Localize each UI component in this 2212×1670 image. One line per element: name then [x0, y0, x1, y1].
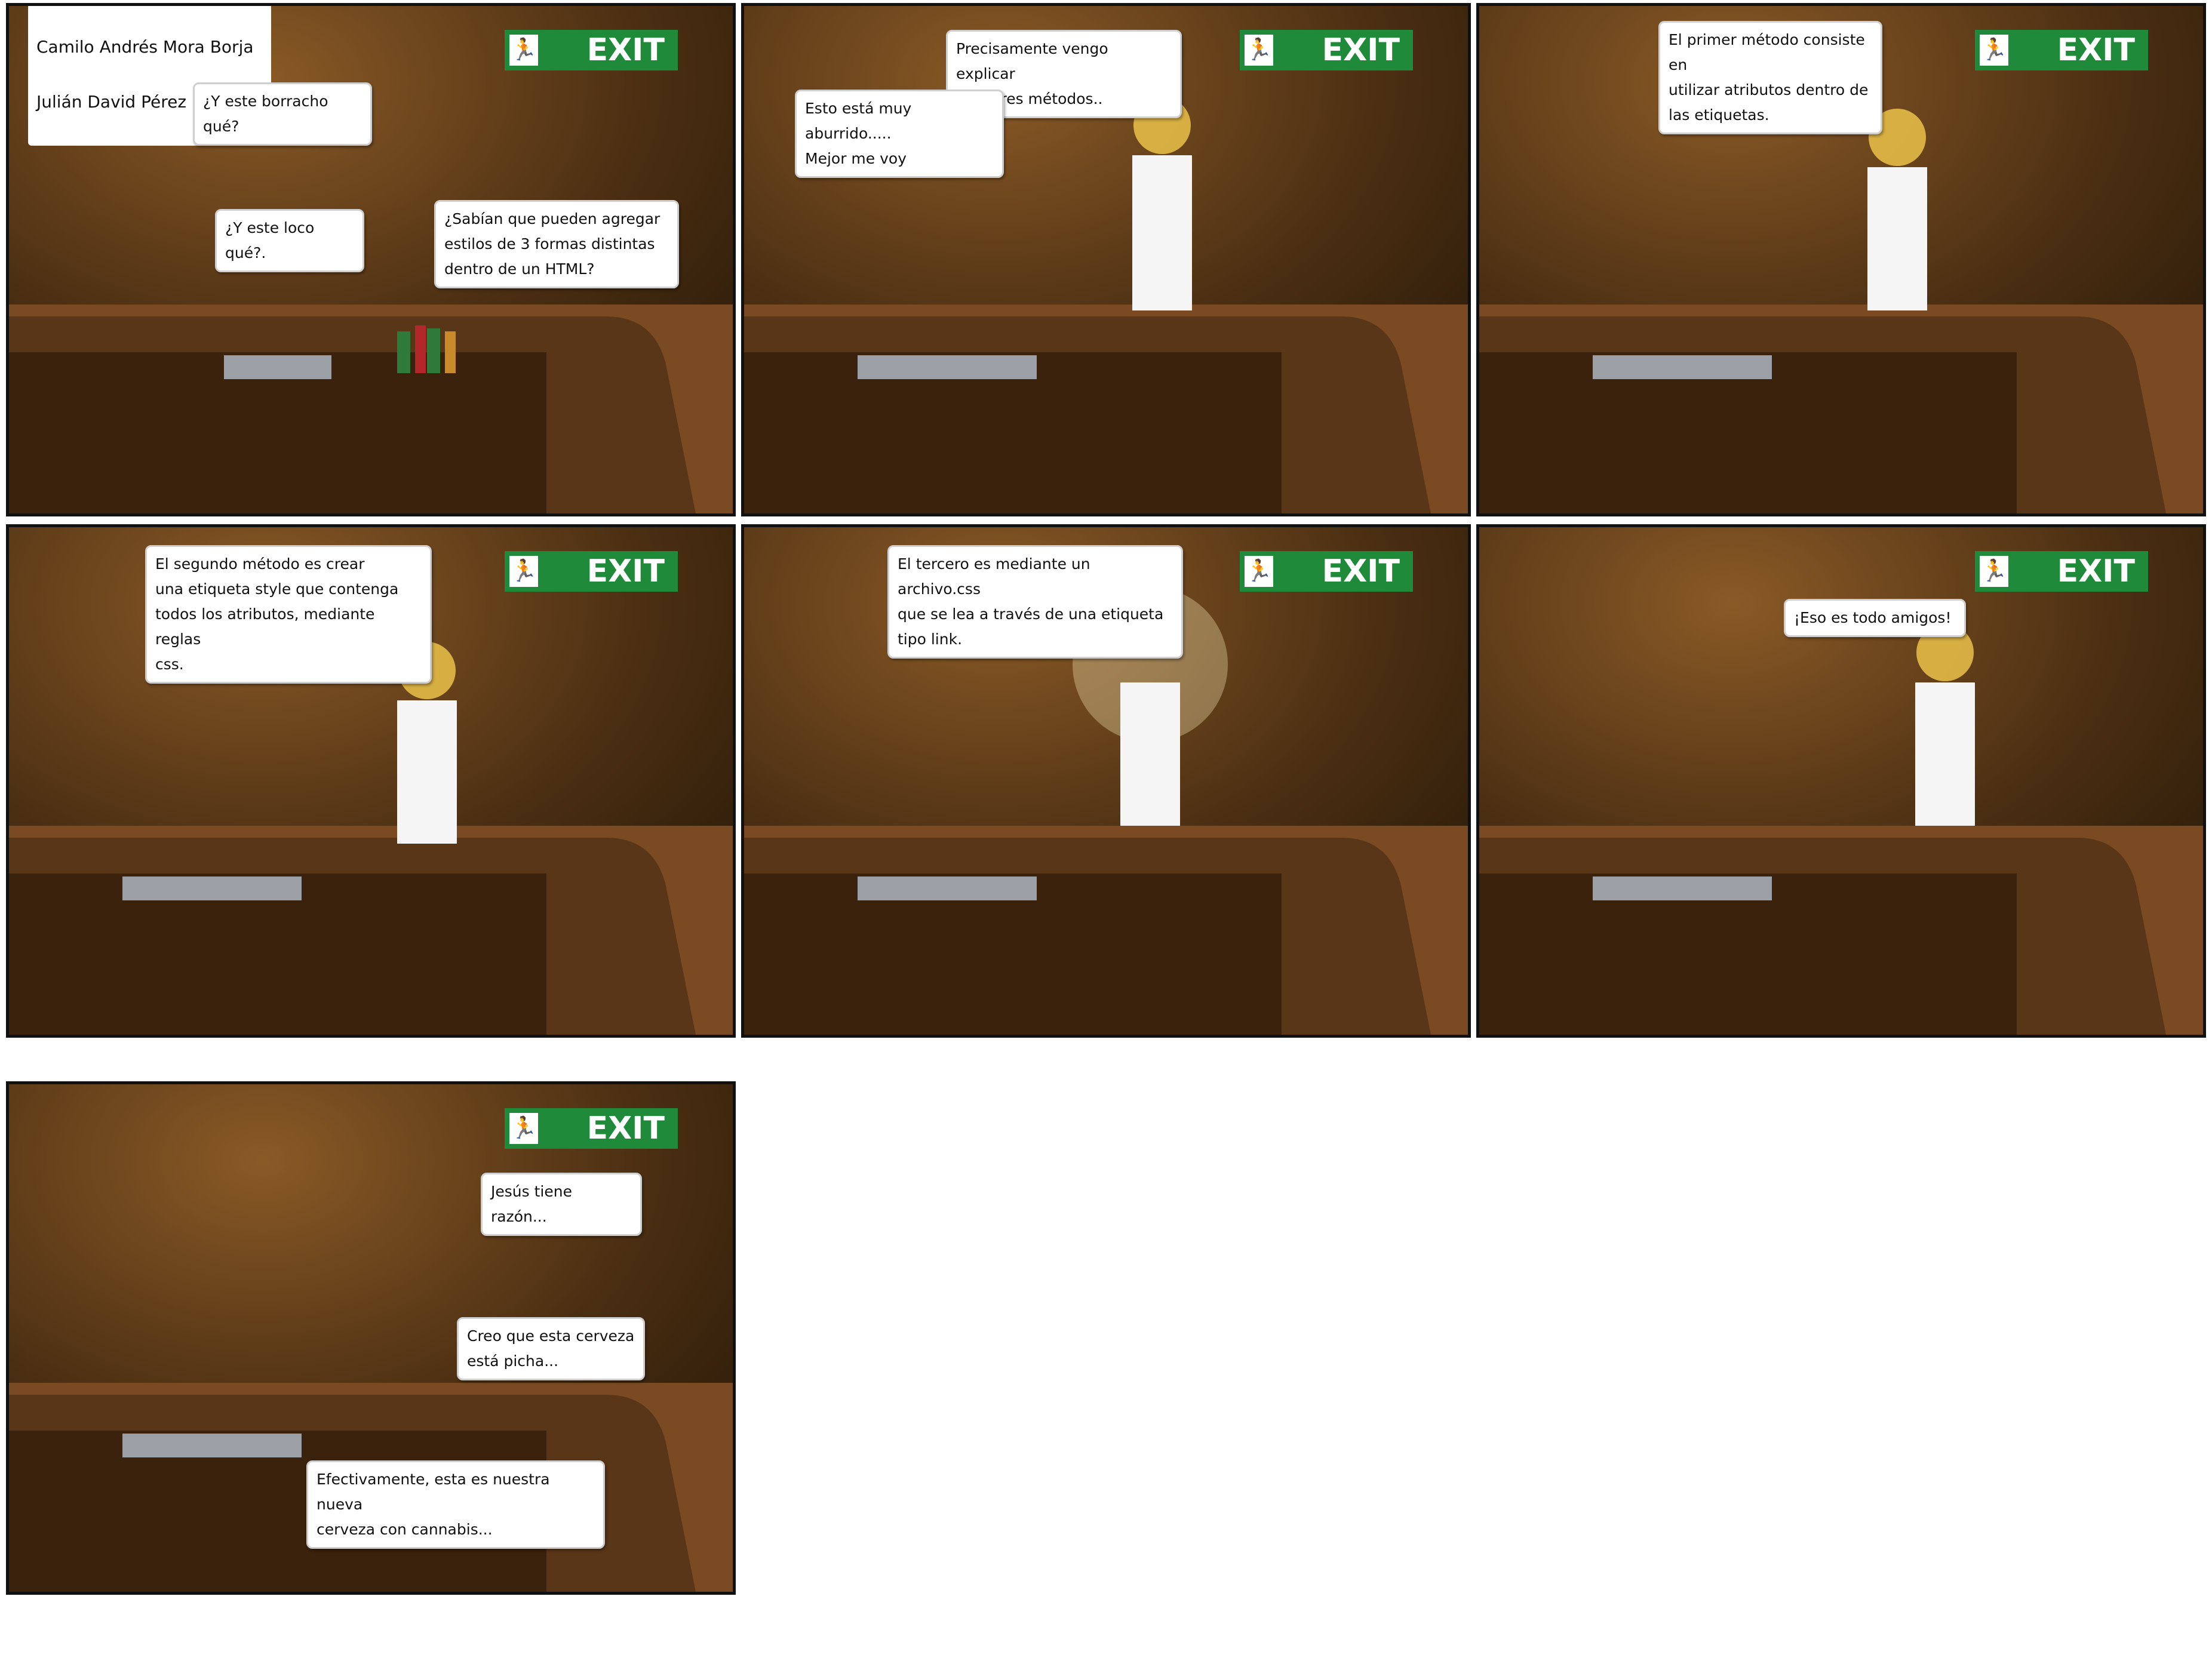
exit-figure-icon: 🏃: [509, 556, 538, 587]
exit-sign: 🏃 EXIT: [1975, 551, 2148, 592]
comic-panel-7: 🏃 EXIT Jesús tiene razón... Creo que est…: [6, 1081, 736, 1595]
exit-label: EXIT: [2057, 32, 2135, 68]
exit-sign: 🏃 EXIT: [1240, 551, 1413, 592]
speech-bubble: ¿Y este borracho qué?: [193, 82, 372, 146]
speech-bubble: ¿Y este loco qué?.: [215, 209, 364, 272]
speech-bubble: El tercero es mediante un archivo.css qu…: [887, 545, 1183, 659]
comic-panel-1: 🏃 EXIT Camilo Andrés Mora Borja Julián D…: [6, 3, 736, 516]
exit-label: EXIT: [586, 1111, 665, 1146]
speech-bubble: ¡Eso es todo amigos!: [1784, 599, 1966, 637]
exit-figure-icon: 🏃: [1980, 556, 2008, 587]
author-1: Camilo Andrés Mora Borja: [36, 37, 254, 57]
exit-sign: 🏃 EXIT: [1240, 30, 1413, 70]
speech-bubble: El primer método consiste en utilizar at…: [1658, 21, 1882, 134]
exit-figure-icon: 🏃: [509, 35, 538, 66]
speech-bubble: Efectivamente, esta es nuestra nueva cer…: [306, 1460, 605, 1549]
exit-label: EXIT: [2057, 553, 2135, 589]
speech-bubble: Jesús tiene razón...: [481, 1173, 642, 1236]
exit-label: EXIT: [586, 32, 665, 68]
speech-bubble: Esto está muy aburrido..... Mejor me voy: [795, 90, 1004, 178]
exit-figure-icon: 🏃: [509, 1113, 538, 1144]
exit-figure-icon: 🏃: [1980, 35, 2008, 66]
exit-sign: 🏃 EXIT: [505, 30, 678, 70]
exit-figure-icon: 🏃: [1245, 556, 1273, 587]
comic-panel-2: 🏃 EXIT Precisamente vengo explicar esos …: [741, 3, 1471, 516]
comic-panel-5: 🏃 EXIT El tercero es mediante un archivo…: [741, 524, 1471, 1038]
exit-figure-icon: 🏃: [1245, 35, 1273, 66]
speech-bubble: ¿Sabían que pueden agregar estilos de 3 …: [434, 200, 679, 288]
exit-sign: 🏃 EXIT: [1975, 30, 2148, 70]
comic-panel-3: 🏃 EXIT El primer método consiste en util…: [1476, 3, 2206, 516]
comic-panel-4: 🏃 EXIT El segundo método es crear una et…: [6, 524, 736, 1038]
comic-panel-6: 🏃 EXIT ¡Eso es todo amigos!: [1476, 524, 2206, 1038]
exit-label: EXIT: [586, 553, 665, 589]
exit-sign: 🏃 EXIT: [505, 551, 678, 592]
exit-label: EXIT: [1322, 553, 1400, 589]
exit-label: EXIT: [1322, 32, 1400, 68]
exit-sign: 🏃 EXIT: [505, 1108, 678, 1149]
speech-bubble: El segundo método es crear una etiqueta …: [145, 545, 432, 684]
speech-bubble: Creo que esta cerveza está picha...: [457, 1317, 645, 1380]
